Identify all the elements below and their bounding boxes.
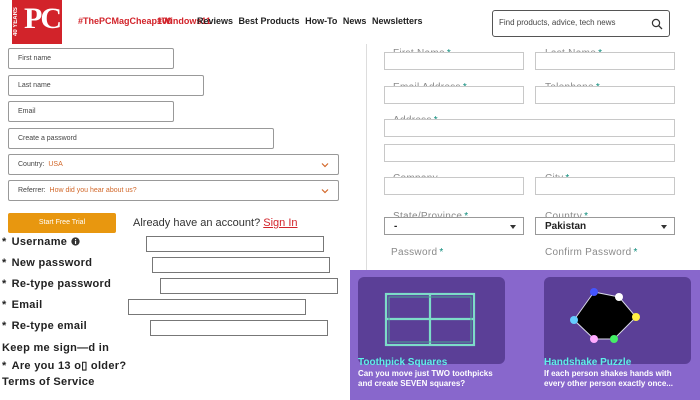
password-label-text: Password	[391, 247, 438, 258]
logo-years: 40 YEARS	[13, 7, 19, 37]
sign-in-link[interactable]: Sign In	[263, 217, 297, 229]
last-name-field[interactable]: Last name	[8, 75, 204, 96]
chevron-down-icon	[321, 189, 329, 194]
required-star: *	[2, 278, 7, 290]
retype-password-input[interactable]	[160, 278, 338, 294]
contact-country-select[interactable]: Pakistan	[535, 217, 675, 235]
handshake-network-icon	[570, 288, 640, 343]
new-password-label: * New password	[2, 257, 92, 269]
referrer-value: How did you hear about us?	[49, 187, 137, 194]
have-account-prompt: Already have an account? Sign In	[133, 217, 298, 229]
email-field[interactable]: Email	[8, 101, 174, 122]
start-free-trial-button[interactable]: Start Free Trial	[8, 213, 116, 233]
handshake-puzzle-description: If each person shakes hands with every o…	[544, 369, 673, 388]
password-placeholder: Create a password	[18, 135, 77, 142]
pcmag-logo[interactable]: 40 YEARS PC	[12, 0, 62, 44]
retype-password-label-text: Re-type password	[11, 278, 112, 290]
password-field[interactable]: Create a password	[8, 128, 274, 149]
country-label: Country:	[18, 161, 45, 168]
puzzle-panel: Toothpick Squares Can you move just TWO …	[350, 270, 700, 400]
contact-last-name-input[interactable]	[535, 52, 675, 70]
email-label: * Email	[2, 299, 42, 311]
search-box[interactable]: Find products, advice, tech news	[492, 10, 670, 37]
terms-of-service-link[interactable]: Terms of Service	[2, 376, 95, 388]
address-line2-input[interactable]	[384, 144, 675, 162]
retype-email-label: * Re-type email	[2, 320, 87, 332]
toothpick-puzzle-description: Can you move just TWO toothpicks and cre…	[358, 369, 493, 388]
toothpick-squares-icon	[384, 292, 476, 347]
first-name-placeholder: First name	[18, 55, 52, 62]
state-value: -	[394, 221, 398, 232]
toothpick-puzzle-card[interactable]	[358, 277, 505, 364]
required-mark: *	[633, 247, 638, 258]
email-label-text: Email	[11, 299, 43, 311]
logo-text: PC	[24, 2, 62, 35]
nav-link-how-to[interactable]: How-To	[305, 16, 337, 26]
country-value: USA	[48, 161, 63, 168]
account-email-input[interactable]	[128, 299, 306, 315]
company-input[interactable]	[384, 177, 524, 195]
new-password-input[interactable]	[152, 257, 330, 273]
contact-email-input[interactable]	[384, 86, 524, 104]
country-select[interactable]: Country: USA	[8, 154, 339, 175]
retype-email-input[interactable]	[150, 320, 328, 336]
retype-password-label: * Re-type password	[2, 278, 111, 290]
handshake-puzzle-title[interactable]: Handshake Puzzle	[544, 357, 631, 368]
username-label-text: Username	[11, 236, 68, 248]
search-input[interactable]: Find products, advice, tech news	[499, 18, 616, 27]
contact-form: First Name* Last Name* Email Address* Te…	[366, 44, 700, 270]
site-header: 40 YEARS PC #ThePCMagCheap100 #Windows11…	[0, 0, 700, 44]
dropdown-arrow-icon	[510, 225, 516, 229]
nav-link-reviews[interactable]: Reviews	[197, 16, 233, 26]
required-star: *	[2, 360, 7, 372]
address-line1-input[interactable]	[384, 119, 675, 137]
required-mark: *	[439, 247, 444, 258]
username-input[interactable]	[146, 236, 324, 252]
have-account-text: Already have an account?	[133, 217, 261, 229]
referrer-select-text: Referrer: How did you hear about us?	[18, 187, 137, 194]
nav-link-news[interactable]: News	[343, 16, 367, 26]
dropdown-arrow-icon	[661, 225, 667, 229]
required-star: *	[2, 236, 7, 248]
chevron-down-icon	[321, 163, 329, 168]
new-password-label-text: New password	[11, 257, 93, 269]
main-nav: Reviews Best Products How-To News Newsle…	[197, 16, 425, 26]
first-name-field[interactable]: First name	[8, 48, 174, 69]
toothpick-puzzle-title[interactable]: Toothpick Squares	[358, 357, 447, 368]
contact-country-value: Pakistan	[545, 221, 587, 232]
email-placeholder: Email	[18, 108, 36, 115]
age-question-text: Are you 13 o▯ older?	[11, 360, 127, 372]
password-label: Password *	[391, 247, 444, 258]
nav-link-newsletters[interactable]: Newsletters	[372, 16, 423, 26]
state-select[interactable]: -	[384, 217, 524, 235]
referrer-label: Referrer:	[18, 187, 46, 194]
confirm-password-label: Confirm Password *	[545, 247, 638, 258]
age-question-label: * Are you 13 o▯ older?	[2, 359, 126, 372]
info-icon[interactable]	[70, 237, 80, 246]
nav-link-best-products[interactable]: Best Products	[239, 16, 300, 26]
retype-email-label-text: Re-type email	[11, 320, 88, 332]
required-star: *	[2, 257, 7, 269]
contact-first-name-input[interactable]	[384, 52, 524, 70]
last-name-placeholder: Last name	[18, 82, 51, 89]
required-star: *	[2, 299, 7, 311]
keep-signed-in-label[interactable]: Keep me sign—d in	[2, 342, 109, 354]
username-label: * Username	[2, 236, 80, 248]
referrer-select[interactable]: Referrer: How did you hear about us?	[8, 180, 339, 201]
handshake-puzzle-card[interactable]	[544, 277, 691, 364]
contact-telephone-input[interactable]	[535, 86, 675, 104]
country-select-text: Country: USA	[18, 161, 63, 168]
search-icon[interactable]	[651, 18, 663, 30]
required-star: *	[2, 320, 7, 332]
confirm-password-label-text: Confirm Password	[545, 247, 632, 258]
city-input[interactable]	[535, 177, 675, 195]
